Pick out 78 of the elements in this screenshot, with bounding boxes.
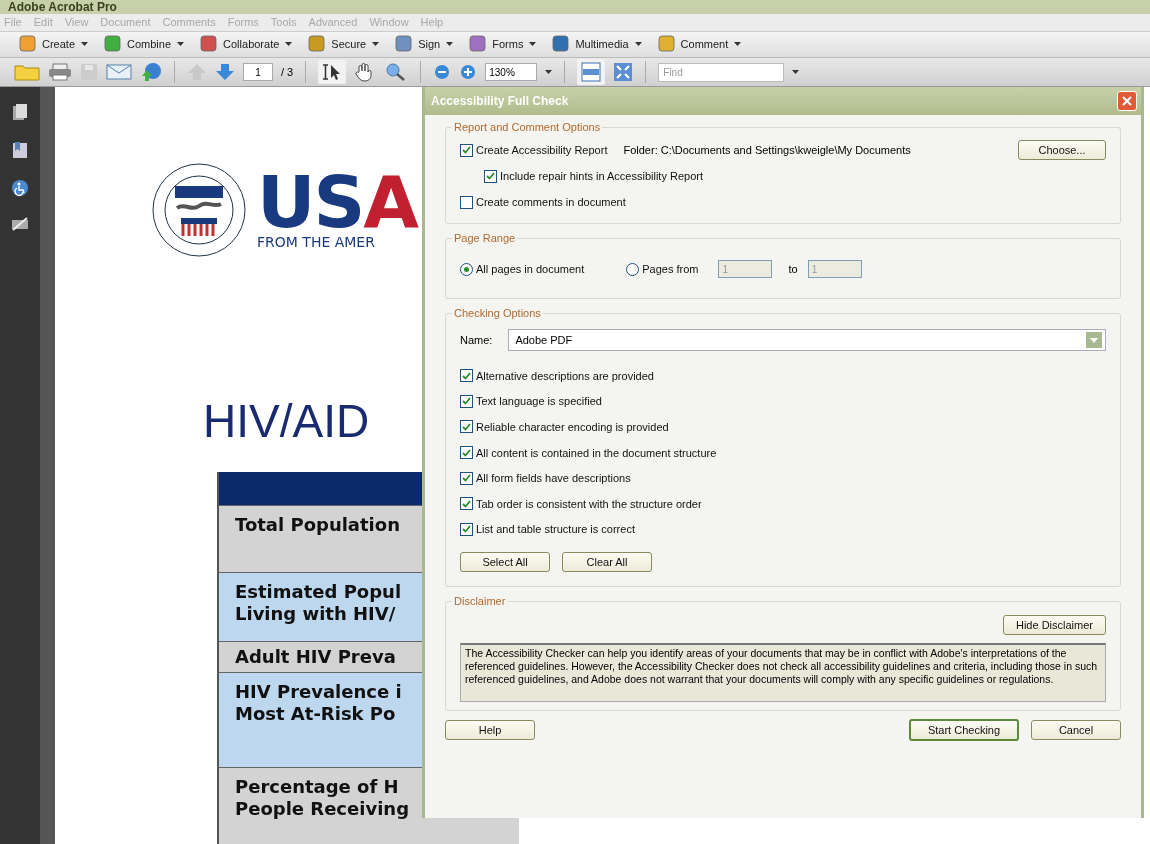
envelope-icon[interactable] <box>106 63 132 82</box>
cancel-button[interactable]: Cancel <box>1031 720 1121 741</box>
zoom-in-icon[interactable] <box>459 63 478 82</box>
checkbox-option[interactable]: Include repair hints in Accessibility Report <box>484 169 703 183</box>
caret-icon <box>634 41 642 47</box>
checkbox[interactable] <box>460 195 473 209</box>
checkbox-option[interactable]: Text language is specified <box>460 394 602 408</box>
window-title: Adobe Acrobat Pro <box>8 0 117 14</box>
accessibility-icon[interactable] <box>11 179 29 197</box>
name-label: Name: <box>460 334 493 346</box>
dropdown-caret-icon[interactable] <box>545 69 553 75</box>
checkbox[interactable] <box>460 369 473 383</box>
globe-icon[interactable] <box>140 62 162 83</box>
square-icon <box>655 34 678 55</box>
caret-icon <box>372 41 380 47</box>
name-dropdown[interactable]: Adobe PDF <box>508 329 1106 351</box>
select-cursor-icon[interactable] <box>318 60 347 85</box>
folder-path: Folder: C:\Documents and Settings\kweigle\My Documents <box>623 144 912 156</box>
checkbox[interactable] <box>460 471 473 485</box>
fit-width-icon[interactable] <box>577 59 606 86</box>
task-button[interactable]: Sign <box>390 32 457 57</box>
dialog-title: Accessibility Full Check <box>431 94 570 108</box>
checkbox-option[interactable]: Reliable character encoding is provided <box>460 420 669 434</box>
zoom-out-icon[interactable] <box>433 63 452 82</box>
hide-disclaimer-button[interactable]: Hide Disclaimer <box>1002 615 1106 636</box>
task-button[interactable]: Create <box>14 32 92 57</box>
task-button[interactable]: Multimedia <box>547 32 645 57</box>
caret-icon <box>446 41 454 47</box>
page-count: / 3 <box>281 66 294 79</box>
checkbox-option[interactable]: All content is contained in the document structure <box>460 446 717 460</box>
caret-icon <box>285 41 293 47</box>
down-arrow-icon[interactable] <box>215 63 235 82</box>
page-number-field[interactable]: 1 <box>243 63 273 82</box>
square-icon <box>17 34 39 55</box>
agency-wordmark: USA <box>257 169 418 235</box>
task-button[interactable]: Secure <box>303 32 383 57</box>
checkbox[interactable] <box>484 169 497 183</box>
checkbox-option[interactable]: Alternative descriptions are provided <box>460 369 654 383</box>
bookmark-icon[interactable] <box>12 141 28 159</box>
fit-page-icon[interactable] <box>613 62 634 83</box>
checkbox-option[interactable]: Create Accessibility Report <box>460 143 608 157</box>
group-legend: Page Range <box>452 232 518 244</box>
printer-icon[interactable] <box>48 63 72 82</box>
task-button[interactable]: Comment <box>652 32 745 57</box>
caret-icon <box>734 41 742 47</box>
checkbox[interactable] <box>460 143 473 157</box>
group-legend: Report and Comment Options <box>452 121 603 133</box>
checkbox[interactable] <box>460 497 473 511</box>
group-legend: Checking Options <box>452 307 543 319</box>
caret-icon <box>81 41 89 47</box>
checkbox[interactable] <box>460 394 473 408</box>
group-legend: Disclaimer <box>452 595 508 608</box>
checkbox[interactable] <box>460 446 473 460</box>
document-heading: HIV/AID <box>203 394 370 448</box>
start-checking-button[interactable]: Start Checking <box>909 719 1019 742</box>
caret-icon <box>177 41 185 47</box>
checkbox[interactable] <box>460 522 473 536</box>
help-button[interactable]: Help <box>445 720 535 741</box>
disclaimer-text: The Accessibility Checker can help you identify areas of your documents that may be in conflict with Adobe's interpretations of the referenced guidelines. However, the Accessibility Checker does not check all accessibility guidelines and criteria, including those in such referenced guidelines, and Adobe does not warrant that your documents will comply with any specific guidelines or regulations. <box>460 643 1106 703</box>
tagline: FROM THE AMER <box>257 234 376 251</box>
task-button[interactable]: Collaborate <box>195 32 296 57</box>
to-label: to <box>788 263 798 275</box>
zoom-field[interactable]: 130% <box>485 63 538 82</box>
choose-button[interactable]: Choose... <box>1018 140 1106 160</box>
task-button[interactable]: Forms <box>464 32 540 57</box>
clear-all-button[interactable]: Clear All <box>562 552 652 573</box>
checkbox-option[interactable]: All form fields have descriptions <box>460 471 631 485</box>
pages-icon[interactable] <box>12 103 28 121</box>
close-button[interactable] <box>1117 91 1137 111</box>
checkbox[interactable] <box>460 420 473 434</box>
find-field[interactable]: Find <box>658 62 785 82</box>
caret-icon <box>529 41 537 47</box>
task-button[interactable]: Combine <box>99 32 188 57</box>
select-all-button[interactable]: Select All <box>460 552 550 573</box>
dropdown-caret-icon[interactable] <box>792 69 800 75</box>
pen-icon[interactable] <box>11 217 29 231</box>
close-icon <box>1121 95 1133 107</box>
checkbox-option[interactable]: Create comments in document <box>460 195 626 209</box>
